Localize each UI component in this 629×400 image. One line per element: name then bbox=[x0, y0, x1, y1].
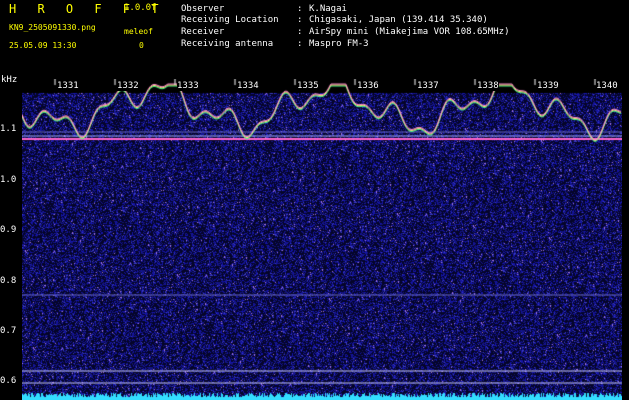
observer-separator: : bbox=[297, 4, 303, 14]
meleo-value: 0 bbox=[139, 41, 144, 50]
observer-value: K.Nagai bbox=[309, 4, 347, 14]
time-label: 1335 bbox=[297, 81, 319, 91]
filename-label: KN9_2505091330.png bbox=[9, 23, 96, 32]
y-tick-label: 0.9 bbox=[0, 225, 17, 235]
y-axis-unit: kHz bbox=[1, 75, 18, 85]
y-tick-label: 0.8 bbox=[0, 276, 17, 286]
y-tick-label: 0.7 bbox=[0, 326, 17, 336]
time-label: 1340 bbox=[596, 81, 618, 91]
antenna-label: Receiving antenna bbox=[181, 39, 274, 49]
y-tick-label: 1.1 bbox=[0, 124, 17, 134]
antenna-value: Maspro FM-3 bbox=[309, 39, 369, 49]
time-label: 1333 bbox=[177, 81, 199, 91]
version-label: 1.0.0f bbox=[124, 3, 157, 13]
receiver-separator: : bbox=[297, 27, 303, 37]
time-label: 1334 bbox=[237, 81, 259, 91]
time-label: 1331 bbox=[57, 81, 79, 91]
time-label: 1339 bbox=[537, 81, 559, 91]
location-label: Receiving Location bbox=[181, 15, 279, 25]
antenna-separator: : bbox=[297, 39, 303, 49]
time-label: 1338 bbox=[477, 81, 499, 91]
time-label: 1337 bbox=[417, 81, 439, 91]
y-tick-label: 0.6 bbox=[0, 376, 17, 386]
location-separator: : bbox=[297, 15, 303, 25]
timestamp-label: 25.05.09 13:30 bbox=[9, 41, 77, 50]
meleo-label: meleof bbox=[124, 27, 153, 36]
receiver-label: Receiver bbox=[181, 27, 225, 37]
y-tick-label: 1.0 bbox=[0, 175, 17, 185]
spectrogram-plot bbox=[22, 79, 622, 400]
receiver-value: AirSpy mini (Miakejima VOR 108.65MHz) bbox=[309, 27, 510, 37]
observer-label: Observer bbox=[181, 4, 225, 14]
time-label: 1336 bbox=[357, 81, 379, 91]
location-value: Chigasaki, Japan (139.414 35.340) bbox=[309, 15, 488, 25]
time-label: 1332 bbox=[117, 81, 139, 91]
